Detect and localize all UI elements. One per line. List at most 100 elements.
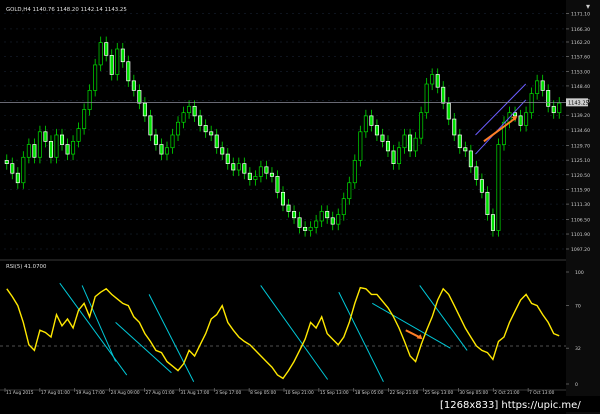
candle-body [391, 150, 396, 164]
time-axis-label: 3 Sep 17:00 [215, 390, 241, 396]
price-axis-label: 1162.20 [571, 40, 590, 46]
candle-body [104, 42, 109, 56]
candle-body [529, 93, 534, 114]
candle-body [247, 172, 252, 180]
candle-body [164, 147, 169, 155]
candle-body [297, 217, 302, 228]
time-axis-label: 19 Aug 17:00 [76, 390, 105, 396]
candle-body [43, 131, 48, 142]
candle-body [358, 131, 363, 161]
watermark-text: [1268x833] https://upic.me/ [440, 400, 581, 411]
candle-body [485, 191, 490, 215]
candle-body [203, 125, 208, 133]
price-axis-label: 1101.90 [571, 232, 590, 238]
price-axis-label: 1148.40 [571, 84, 590, 90]
time-axis-label: 15 Sep 13:00 [320, 390, 349, 396]
candle-body [10, 163, 15, 174]
candle-body [131, 80, 136, 91]
candle-body [435, 74, 440, 88]
rsi-chart-title: RSI(5) 41.0700 [6, 264, 47, 270]
candle-body [535, 80, 540, 94]
time-axis-label: 18 Sep 05:00 [355, 390, 384, 396]
time-axis-label: 25 Sep 13:00 [425, 390, 454, 396]
price-axis-label: 1120.50 [571, 173, 590, 179]
candle-body [413, 137, 418, 152]
price-axis-label: 1129.70 [571, 143, 590, 149]
candle-body [385, 141, 390, 152]
candle-body [408, 134, 413, 152]
candle-body [374, 125, 379, 136]
time-axis-label: 30 Sep 05:00 [459, 390, 488, 396]
price-axis-label: 1153.00 [571, 69, 590, 75]
candle-body [37, 131, 42, 158]
time-axis-label: 10 Sep 21:00 [285, 390, 314, 396]
candle-body [15, 172, 20, 184]
candle-body [518, 115, 523, 126]
candle-body [319, 211, 324, 222]
candle-body [198, 115, 203, 126]
candle-body [264, 166, 269, 174]
price-axis-label: 1115.90 [571, 187, 590, 193]
candle-body [419, 112, 424, 139]
candle-body [336, 214, 341, 225]
candle-body [402, 134, 407, 149]
candle-body [308, 226, 313, 231]
candle-body [253, 176, 258, 180]
candle-body [142, 102, 147, 117]
candle-body [181, 112, 186, 123]
chevron-down-icon[interactable]: ▾ [586, 2, 590, 11]
candle-body [269, 172, 274, 177]
candle-body [82, 109, 87, 129]
price-chart-title: GOLD,H4 1140.76 1148.20 1142.14 1143.25 [6, 7, 127, 13]
price-axis-label: 1097.20 [571, 247, 590, 253]
time-axis-label: 27 Aug 01:00 [146, 390, 175, 396]
candle-body [479, 179, 484, 193]
price-axis-label: 1125.10 [571, 158, 590, 164]
candle-body [159, 144, 164, 155]
candle-body [347, 182, 352, 200]
candle-body [126, 61, 131, 82]
candle-body [557, 102, 562, 114]
candle-body [170, 134, 175, 149]
time-axis-label: 11 Aug 2015 [6, 390, 34, 396]
chart-background [0, 0, 600, 414]
candle-body [236, 163, 241, 171]
candle-body [363, 115, 368, 133]
candle-body [441, 86, 446, 104]
candle-body [474, 166, 479, 180]
candle-body [231, 163, 236, 171]
candle-body [60, 134, 65, 145]
price-axis-label: 1139.20 [571, 113, 590, 119]
candle-body [21, 156, 26, 184]
price-axis-label: 1134.60 [571, 128, 590, 134]
candle-body [98, 42, 103, 66]
candle-body [341, 198, 346, 215]
candle-body [468, 150, 473, 168]
candle-body [258, 166, 263, 177]
candle-body [76, 128, 81, 142]
rsi-axis-label: 32 [575, 346, 581, 352]
candle-body [109, 55, 114, 75]
candle-body [496, 144, 501, 231]
candle-body [303, 226, 308, 231]
candle-body [93, 64, 98, 91]
candle-body [286, 204, 291, 212]
candle-body [220, 147, 225, 155]
candle-body [242, 163, 247, 174]
candle-body [275, 176, 280, 193]
price-axis-label: 1106.50 [571, 217, 590, 223]
rsi-axis-label: 0 [575, 382, 578, 388]
candle-body [551, 105, 556, 114]
candle-body [209, 131, 214, 136]
candle-body [546, 90, 551, 107]
price-axis-label: 1171.10 [571, 12, 590, 18]
candle-body [314, 220, 319, 228]
candle-body [540, 80, 545, 91]
candle-body [292, 211, 297, 219]
time-axis-label: 2 Oct 21:00 [494, 390, 520, 396]
candle-body [430, 74, 435, 85]
candle-body [71, 141, 76, 155]
candle-body [524, 112, 529, 126]
price-axis-label: 1157.60 [571, 55, 590, 61]
candle-body [148, 115, 153, 136]
